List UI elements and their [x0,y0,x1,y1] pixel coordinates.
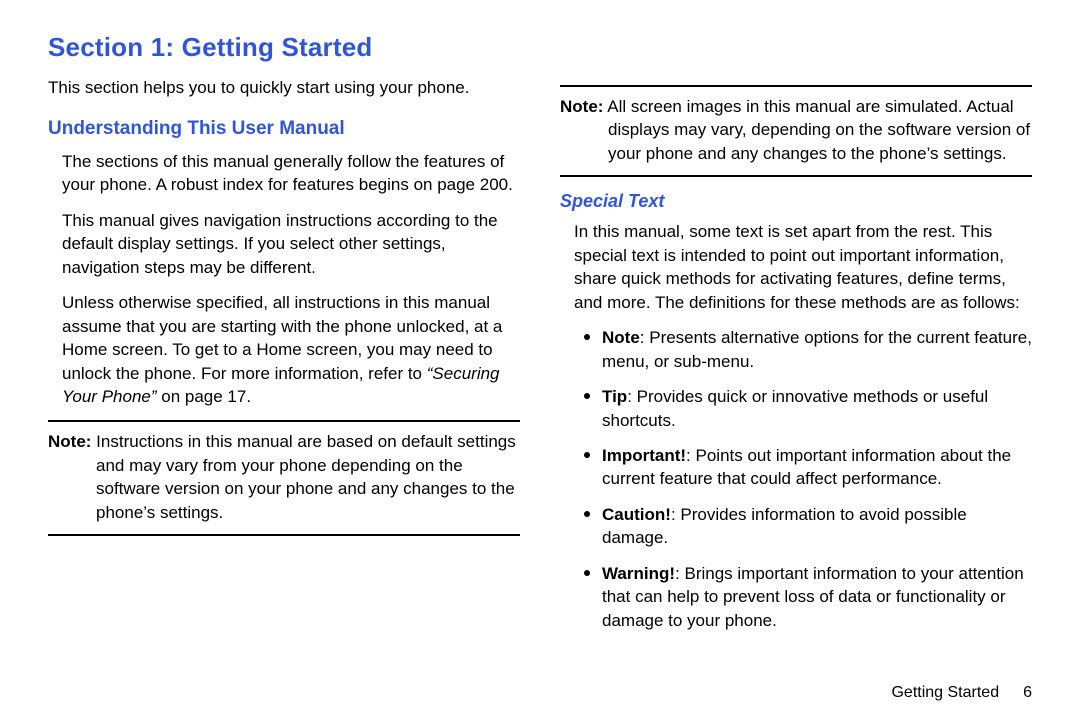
note-block-2: Note: All screen images in this manual a… [560,85,1032,177]
section-title: Section 1: Getting Started [48,32,1032,63]
term: Tip [602,387,627,406]
term: Caution! [602,505,671,524]
intro-paragraph: This section helps you to quickly start … [48,77,520,100]
page-number: 6 [1023,684,1032,702]
left-column: This section helps you to quickly start … [48,77,520,644]
note-label: Note: [560,97,603,116]
body-paragraph-3: Unless otherwise specified, all instruct… [48,291,520,408]
note-label: Note: [48,432,91,451]
definition-text: : Provides quick or innovative methods o… [602,387,988,429]
understanding-heading: Understanding This User Manual [48,118,520,140]
note-2-body: All screen images in this manual are sim… [603,97,1030,163]
term: Note [602,328,640,347]
body-paragraph-3-post: on page 17. [157,387,252,406]
note-block-1: Note: Instructions in this manual are ba… [48,420,520,536]
page-footer: Getting Started 6 [891,684,1032,702]
note-2: Note: All screen images in this manual a… [560,95,1032,165]
footer-section-name: Getting Started [891,684,999,701]
body-paragraph-2: This manual gives navigation instruction… [48,209,520,279]
note-1-body: Instructions in this manual are based on… [91,432,515,521]
term: Important! [602,446,686,465]
definition-tip: Tip: Provides quick or innovative method… [584,385,1032,432]
definitions-list: Note: Presents alternative options for t… [560,326,1032,632]
special-text-heading: Special Text [560,191,1032,212]
definition-text: : Presents alternative options for the c… [602,328,1032,370]
two-column-layout: This section helps you to quickly start … [48,77,1032,644]
term: Warning! [602,564,675,583]
right-column: Note: All screen images in this manual a… [560,77,1032,644]
note-1: Note: Instructions in this manual are ba… [48,430,520,524]
definition-caution: Caution!: Provides information to avoid … [584,503,1032,550]
definition-important: Important!: Points out important informa… [584,444,1032,491]
body-paragraph-1: The sections of this manual generally fo… [48,150,520,197]
special-text-intro: In this manual, some text is set apart f… [560,220,1032,314]
definition-warning: Warning!: Brings important information t… [584,562,1032,632]
manual-page: Section 1: Getting Started This section … [0,0,1080,720]
definition-note: Note: Presents alternative options for t… [584,326,1032,373]
